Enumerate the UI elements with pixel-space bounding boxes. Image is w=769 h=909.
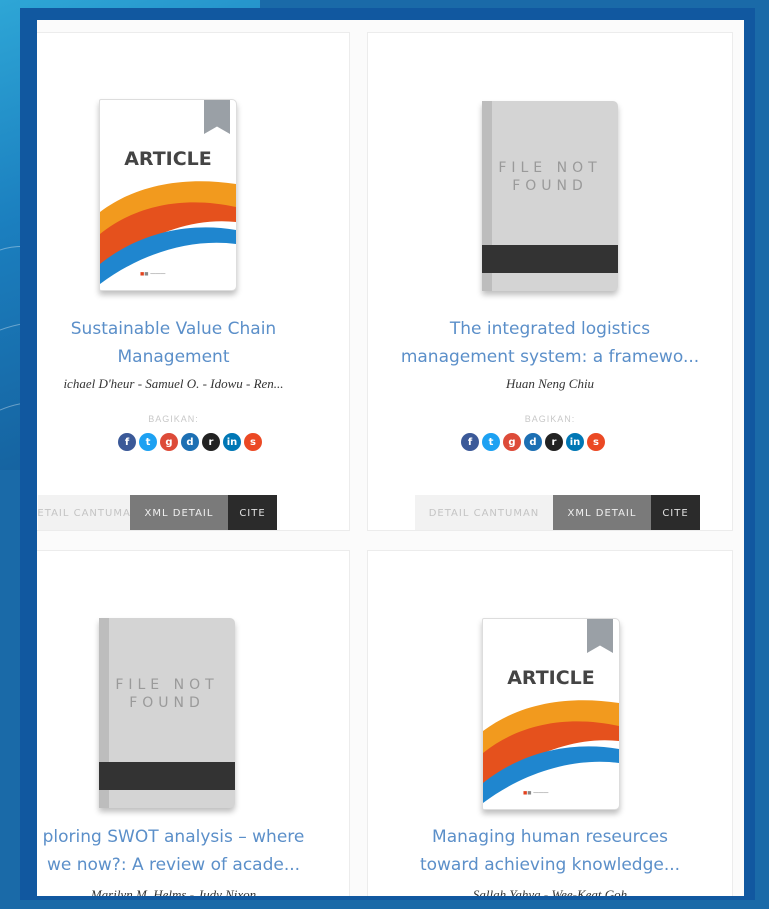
share-icons: f t g d r in s	[461, 433, 605, 451]
bookmark-ribbon-icon	[587, 619, 613, 653]
xml-detail-button[interactable]: XML DETAIL	[553, 495, 651, 530]
cover-title: ARTICLE	[124, 148, 212, 170]
collection-card: FILE NOT FOUND ploring SWOT analysis – w…	[37, 550, 350, 896]
bookmark-ribbon-icon	[204, 100, 230, 134]
cover-swoosh-graphic	[483, 700, 619, 803]
item-title-link[interactable]: Managing human reseurces toward achievin…	[368, 823, 732, 879]
xml-detail-button[interactable]: XML DETAIL	[130, 495, 228, 530]
item-actions: DETAIL CANTUMAN XML DETAIL CITE	[37, 495, 277, 530]
reddit-icon[interactable]: r	[545, 433, 563, 451]
twitter-icon[interactable]: t	[139, 433, 157, 451]
item-title-link[interactable]: ploring SWOT analysis – where we now?: A…	[37, 823, 349, 879]
linkedin-icon[interactable]: in	[566, 433, 584, 451]
collection-card: ARTICLE ■■ ─── Managing human reseurces …	[367, 550, 733, 896]
publisher-logo: ■■ ───	[523, 790, 549, 797]
cite-button[interactable]: CITE	[651, 495, 700, 530]
item-actions: DETAIL CANTUMAN XML DETAIL CITE	[415, 495, 700, 530]
item-authors: Sallah Yahya - Wee-Keat Goh	[472, 887, 628, 896]
book-cover-file-not-found[interactable]: FILE NOT FOUND	[99, 618, 235, 808]
item-authors: Marilyn M. Helms - Judy Nixon	[90, 887, 257, 896]
item-title-link[interactable]: Sustainable Value Chain Management	[37, 315, 349, 371]
book-cover-article[interactable]: ARTICLE ■■ ───	[99, 99, 237, 291]
book-cover-file-not-found[interactable]: FILE NOT FOUND	[482, 101, 618, 291]
detail-cantuman-button[interactable]: DETAIL CANTUMAN	[415, 495, 553, 530]
file-not-found-text: FILE NOT FOUND	[498, 160, 602, 194]
share-label: BAGIKAN:	[524, 414, 576, 424]
cite-button[interactable]: CITE	[228, 495, 277, 530]
share-icons: f t g d r in s	[118, 433, 262, 451]
item-title-link[interactable]: The integrated logistics management syst…	[368, 315, 732, 371]
cover-title: ARTICLE	[507, 667, 595, 689]
stumbleupon-icon[interactable]: s	[244, 433, 262, 451]
item-authors: ichael D'heur - Samuel O. - Idowu - Ren.…	[63, 376, 284, 391]
digg-icon[interactable]: d	[524, 433, 542, 451]
linkedin-icon[interactable]: in	[223, 433, 241, 451]
google-plus-icon[interactable]: g	[160, 433, 178, 451]
twitter-icon[interactable]: t	[482, 433, 500, 451]
google-plus-icon[interactable]: g	[503, 433, 521, 451]
digg-icon[interactable]: d	[181, 433, 199, 451]
publisher-logo: ■■ ───	[140, 271, 166, 278]
share-label: BAGIKAN:	[148, 414, 199, 424]
detail-cantuman-button[interactable]: DETAIL CANTUMAN	[37, 495, 138, 530]
book-cover-article[interactable]: ARTICLE ■■ ───	[482, 618, 620, 810]
collection-panel: ARTICLE ■■ ─── Sustainable Value Chain M…	[37, 20, 744, 896]
collection-card: FILE NOT FOUND The integrated logistics …	[367, 32, 733, 531]
cover-swoosh-graphic	[100, 181, 236, 284]
reddit-icon[interactable]: r	[202, 433, 220, 451]
collection-card: ARTICLE ■■ ─── Sustainable Value Chain M…	[37, 32, 350, 531]
facebook-icon[interactable]: f	[461, 433, 479, 451]
stumbleupon-icon[interactable]: s	[587, 433, 605, 451]
file-not-found-text: FILE NOT FOUND	[115, 677, 219, 711]
facebook-icon[interactable]: f	[118, 433, 136, 451]
item-authors: Huan Neng Chiu	[505, 376, 595, 391]
